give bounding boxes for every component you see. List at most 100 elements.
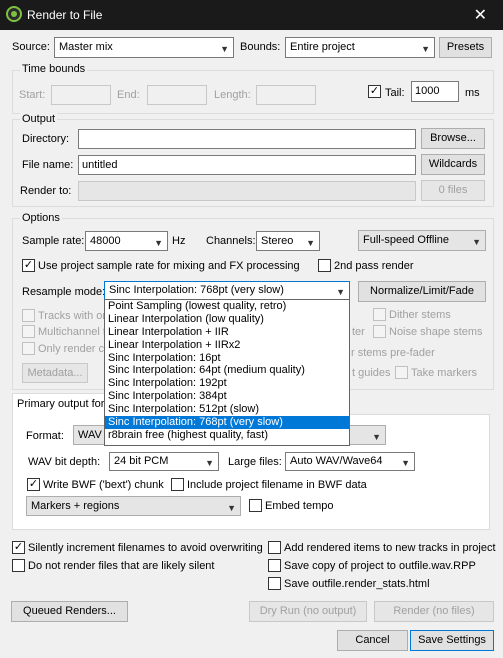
second-pass-checkbox[interactable]: [318, 259, 331, 272]
large-files-value: Auto WAV/Wave64: [290, 455, 383, 467]
bwf-checkbox[interactable]: ✓: [27, 478, 40, 491]
resample-option[interactable]: Sinc Interpolation: 512pt (slow): [105, 403, 349, 416]
resample-option[interactable]: r8brain free (highest quality, fast): [105, 429, 349, 442]
use-project-rate-label: Use project sample rate for mixing and F…: [38, 260, 300, 272]
save-copy-label: Save copy of project to outfile.wav.RPP: [284, 560, 476, 572]
chevron-down-icon: ▼: [421, 44, 430, 54]
chevron-down-icon: ▼: [154, 238, 163, 248]
resample-option[interactable]: Sinc Interpolation: 384pt: [105, 390, 349, 403]
tail-checkbox[interactable]: ✓: [368, 85, 381, 98]
multichannel-checkbox[interactable]: [22, 325, 35, 338]
metadata-button[interactable]: Metadata...: [22, 363, 88, 383]
bounds-value: Entire project: [290, 41, 355, 53]
do-not-render-silent-checkbox[interactable]: [12, 559, 25, 572]
include-filename-checkbox[interactable]: [171, 478, 184, 491]
resample-option[interactable]: Sinc Interpolation: 64pt (medium quality…: [105, 364, 349, 377]
start-input[interactable]: [51, 85, 111, 105]
sample-rate-select[interactable]: 48000 ▼: [85, 231, 168, 251]
chevron-down-icon: ▼: [336, 287, 345, 297]
large-files-select[interactable]: Auto WAV/Wave64 ▼: [285, 452, 415, 471]
resample-option[interactable]: Sinc Interpolation: 768pt (very slow): [105, 416, 349, 429]
resample-mode-select[interactable]: Sinc Interpolation: 768pt (very slow) ▼: [104, 281, 350, 300]
browse-button[interactable]: Browse...: [421, 128, 485, 149]
filename-input[interactable]: untitled: [78, 155, 416, 175]
resample-option[interactable]: Linear Interpolation (low quality): [105, 313, 349, 326]
tab-primary-output[interactable]: Primary output form: [12, 393, 114, 415]
channels-label: Channels:: [206, 235, 256, 247]
chevron-down-icon: ▼: [306, 238, 315, 248]
resample-option[interactable]: Point Sampling (lowest quality, retro): [105, 300, 349, 313]
embed-tempo-label: Embed tempo: [265, 500, 334, 512]
start-label: Start:: [19, 89, 46, 101]
resample-option[interactable]: Sinc Interpolation: 192pt: [105, 377, 349, 390]
render-speed-select[interactable]: Full-speed Offline ▼: [358, 230, 486, 251]
resample-mode-dropdown: Point Sampling (lowest quality, retro) Li…: [104, 299, 350, 446]
bounds-select[interactable]: Entire project ▼: [285, 37, 435, 58]
close-icon[interactable]: ✕: [474, 5, 487, 25]
resample-mode-value: Sinc Interpolation: 768pt (very slow): [109, 284, 284, 296]
noise-shape-checkbox[interactable]: [373, 325, 386, 338]
dry-run-button[interactable]: Dry Run (no output): [249, 601, 367, 622]
bounds-label: Bounds:: [240, 41, 281, 53]
take-markers-checkbox[interactable]: [395, 366, 408, 379]
tail-input[interactable]: 1000: [411, 81, 459, 102]
bit-depth-value: 24 bit PCM: [114, 455, 169, 467]
source-select[interactable]: Master mix ▼: [54, 37, 234, 58]
resample-option[interactable]: Sinc Interpolation: 16pt: [105, 352, 349, 365]
silently-increment-checkbox[interactable]: ✓: [12, 541, 25, 554]
bwf-label: Write BWF ('bext') chunk: [43, 479, 164, 491]
dither-stems-checkbox[interactable]: [373, 308, 386, 321]
chevron-down-icon: ▼: [401, 458, 410, 468]
time-bounds-title: Time bounds: [20, 63, 88, 75]
end-label: End:: [117, 89, 140, 101]
resample-option[interactable]: Linear Interpolation + IIR: [105, 326, 349, 339]
tracks-checkbox[interactable]: [22, 309, 35, 322]
include-filename-label: Include project filename in BWF data: [187, 479, 367, 491]
only-render-label: Only render ch: [38, 343, 111, 355]
tail-label: Tail:: [385, 87, 405, 99]
length-label: Length:: [214, 89, 251, 101]
markers-select[interactable]: Markers + regions ▼: [26, 496, 241, 516]
end-input[interactable]: [147, 85, 207, 105]
save-settings-button[interactable]: Save Settings: [410, 630, 494, 651]
source-label: Source:: [12, 41, 50, 53]
bit-depth-select[interactable]: 24 bit PCM ▼: [109, 452, 219, 471]
source-value: Master mix: [59, 41, 113, 53]
add-items-checkbox[interactable]: [268, 541, 281, 554]
save-stats-checkbox[interactable]: [268, 577, 281, 590]
chevron-down-icon: ▼: [372, 432, 381, 442]
channels-value: Stereo: [261, 235, 294, 247]
multichannel-label: Multichannel t: [38, 326, 106, 338]
do-not-render-silent-label: Do not render files that are likely sile…: [28, 560, 215, 572]
embed-tempo-checkbox[interactable]: [249, 499, 262, 512]
tail-unit: ms: [465, 87, 480, 99]
wildcards-button[interactable]: Wildcards: [421, 154, 485, 175]
window-title: Render to File: [27, 8, 103, 22]
options-title: Options: [20, 212, 62, 224]
add-items-label: Add rendered items to new tracks in proj…: [284, 542, 496, 554]
stems-prefader-fragment: r stems pre-fader: [351, 347, 435, 359]
queued-renders-button[interactable]: Queued Renders...: [11, 601, 128, 622]
resample-option[interactable]: Linear Interpolation + IIRx2: [105, 339, 349, 352]
directory-input[interactable]: [78, 129, 416, 149]
presets-button[interactable]: Presets: [439, 37, 492, 58]
sample-rate-label: Sample rate:: [22, 235, 85, 247]
bit-depth-label: WAV bit depth:: [28, 456, 101, 468]
use-project-rate-checkbox[interactable]: ✓: [22, 259, 35, 272]
reaper-logo-icon: [6, 6, 22, 22]
render-speed-value: Full-speed Offline: [363, 234, 450, 246]
markers-value: Markers + regions: [31, 500, 120, 512]
files-count-button[interactable]: 0 files: [421, 180, 485, 201]
save-copy-checkbox[interactable]: [268, 559, 281, 572]
normalize-button[interactable]: Normalize/Limit/Fade: [358, 281, 486, 302]
silently-increment-label: Silently increment filenames to avoid ov…: [28, 542, 263, 554]
cancel-button[interactable]: Cancel: [337, 630, 408, 651]
length-input[interactable]: [256, 85, 316, 105]
channels-select[interactable]: Stereo ▼: [256, 231, 320, 251]
ter-fragment: ter: [352, 326, 365, 338]
render-button[interactable]: Render (no files): [374, 601, 494, 622]
guides-fragment: t guides: [352, 367, 391, 379]
take-markers-label: Take markers: [411, 367, 478, 379]
only-render-checkbox[interactable]: [22, 342, 35, 355]
save-stats-label: Save outfile.render_stats.html: [284, 578, 430, 590]
